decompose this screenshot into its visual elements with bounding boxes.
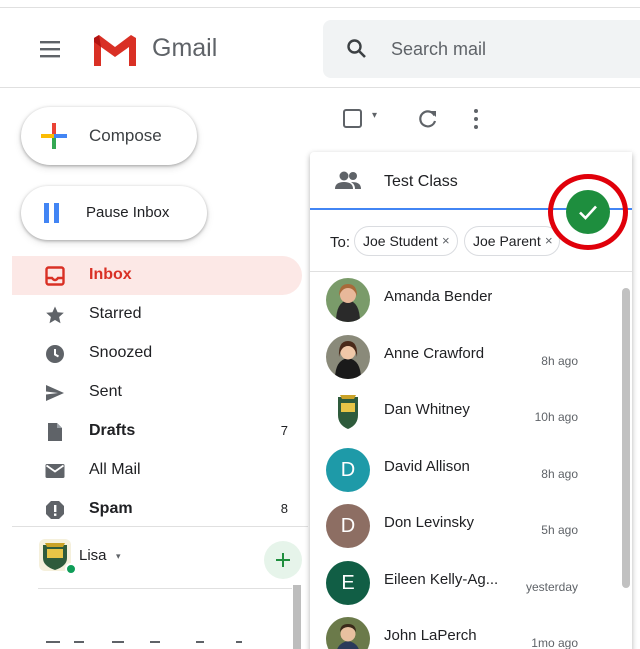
star-icon (45, 305, 65, 325)
avatar: E (326, 560, 370, 605)
sidebar-item-label: Sent (89, 383, 122, 400)
search-bar[interactable]: Search mail (323, 20, 640, 78)
contact-last-seen: 5h ago (541, 523, 578, 537)
new-message-panel: Test Class To: Joe Student × Joe Parent … (310, 152, 632, 649)
list-item[interactable]: John LaPerch 1mo ago (310, 611, 622, 649)
contact-name: Dan Whitney (384, 401, 470, 418)
sidebar-item-label: All Mail (89, 461, 141, 478)
new-conversation-button[interactable] (264, 541, 302, 579)
sidebar-item-snoozed[interactable]: Snoozed (12, 334, 302, 373)
list-item[interactable]: D David Allison 8h ago (310, 442, 622, 499)
sidebar-item-label: Drafts (89, 422, 136, 439)
mail-icon (45, 461, 65, 481)
contact-last-seen: 1mo ago (531, 636, 578, 649)
recipient-chip[interactable]: Joe Student × (354, 226, 458, 256)
to-label: To: (330, 234, 351, 251)
list-item[interactable]: Anne Crawford 8h ago (310, 329, 622, 386)
avatar: D (326, 504, 370, 548)
top-edge (0, 0, 640, 8)
list-item[interactable]: E Eileen Kelly-Ag... yesterday (310, 555, 622, 612)
hangouts-user-name[interactable]: Lisa (79, 547, 107, 564)
group-name: Test Class (384, 173, 458, 190)
sidebar-item-label: Inbox (89, 266, 132, 283)
sidebar-scrollbar[interactable] (293, 585, 301, 649)
avatar: D (326, 447, 370, 492)
contact-list: Amanda Bender Anne Crawford 8h ago Dan W… (310, 272, 622, 649)
contact-name: Don Levinsky (384, 514, 475, 531)
main-menu-icon[interactable] (40, 40, 66, 60)
sidebar-item-label: Starred (89, 305, 142, 322)
sidebar-item-count: 7 (280, 423, 288, 438)
hangouts-panel: Lisa ▾ (12, 526, 308, 586)
contact-last-seen: 10h ago (534, 410, 578, 424)
compose-label: Compose (89, 126, 162, 145)
sidebar-item-inbox[interactable]: Inbox (12, 256, 302, 295)
sidebar-item-starred[interactable]: Starred (12, 295, 302, 334)
online-status-icon (65, 563, 77, 575)
sidebar-item-sent[interactable]: Sent (12, 373, 302, 412)
recipient-chip-name: Joe Parent (473, 233, 541, 249)
sidebar-item-spam[interactable]: Spam 8 (12, 490, 302, 529)
recipient-chip-name: Joe Student (363, 233, 438, 249)
group-people-icon (334, 170, 362, 192)
list-item[interactable]: Dan Whitney 10h ago (310, 385, 622, 442)
contact-name: John LaPerch (384, 627, 477, 644)
cut-off-text (46, 631, 286, 643)
close-icon[interactable]: × (545, 233, 553, 248)
clock-icon (45, 344, 65, 364)
refresh-icon[interactable] (417, 108, 439, 130)
plus-icon (39, 121, 69, 151)
pause-icon (43, 202, 61, 224)
sidebar-item-count: 8 (280, 501, 288, 516)
sidebar-item-drafts[interactable]: Drafts 7 (12, 412, 302, 451)
school-crest-icon (326, 391, 370, 435)
send-icon (45, 383, 65, 403)
close-icon[interactable]: × (442, 233, 450, 248)
sidebar-item-label: Snoozed (89, 344, 153, 361)
more-options-icon[interactable] (466, 108, 486, 130)
contact-last-seen: 8h ago (541, 466, 578, 481)
spam-warning-icon (45, 500, 65, 520)
gmail-logo-icon[interactable] (90, 30, 140, 70)
select-options-chevron-icon[interactable]: ▾ (372, 110, 377, 121)
list-item[interactable]: Amanda Bender (310, 272, 622, 329)
sidebar-item-all-mail[interactable]: All Mail (12, 451, 302, 490)
sidebar-item-label: Spam (89, 500, 133, 517)
contact-name: David Allison (384, 457, 470, 475)
avatar (326, 617, 370, 649)
divider (38, 588, 292, 589)
select-all-checkbox[interactable] (342, 108, 364, 130)
compose-button[interactable]: Compose (21, 107, 197, 165)
draft-file-icon (45, 422, 65, 442)
contact-name: Amanda Bender (384, 288, 493, 305)
search-icon[interactable] (345, 37, 369, 61)
pause-inbox-button[interactable]: Pause Inbox (21, 186, 207, 240)
sidebar-nav: Inbox Starred Snoozed Sent Drafts 7 All … (12, 256, 302, 529)
brand-name: Gmail (152, 34, 218, 62)
chevron-down-icon[interactable]: ▾ (116, 551, 121, 562)
plus-icon (276, 553, 290, 567)
recipient-chip[interactable]: Joe Parent × (464, 226, 560, 256)
contact-last-seen: 8h ago (541, 353, 578, 368)
contact-last-seen: yesterday (525, 579, 578, 594)
contact-name: Anne Crawford (384, 344, 485, 362)
avatar (326, 278, 370, 322)
list-item[interactable]: D Don Levinsky 5h ago (310, 498, 622, 555)
header: Gmail Search mail (0, 8, 640, 88)
inbox-icon (45, 266, 65, 286)
highlight-ring (548, 174, 628, 250)
search-input[interactable]: Search mail (391, 39, 486, 60)
contact-name: Eileen Kelly-Ag... (384, 570, 499, 588)
contact-list-scrollbar[interactable] (622, 288, 630, 588)
pause-inbox-label: Pause Inbox (86, 204, 170, 221)
avatar (326, 334, 370, 379)
